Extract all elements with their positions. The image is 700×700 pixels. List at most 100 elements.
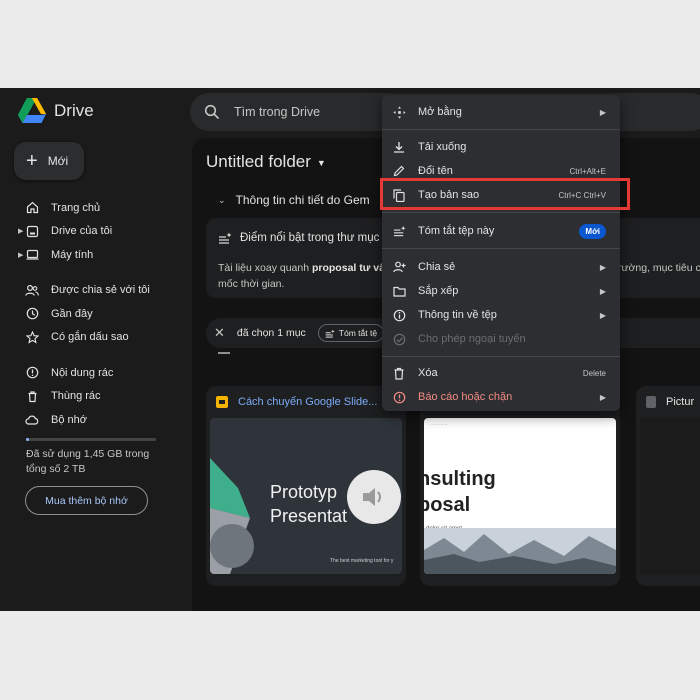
slides-icon [216,396,228,408]
sidebar-item-storage[interactable]: Bộ nhớ [0,408,170,432]
sidebar-item-label: Trang chủ [51,201,101,214]
file-name: Pictur [666,396,695,408]
slide-decoration-graphic [210,458,254,574]
menu-item-label: Cho phép ngoại tuyến [418,333,526,345]
menu-item-label: Sắp xếp [418,285,459,297]
menu-item-download[interactable]: Tải xuống [382,135,620,159]
menu-item-file-info[interactable]: Thông tin về tệp ▶ [382,303,620,327]
menu-item-summarize[interactable]: Tóm tắt tệp này Mới [382,219,620,243]
clock-icon [25,307,39,321]
menu-item-label: Chia sẻ [418,261,456,273]
divider [218,352,230,354]
dropdown-arrow-icon: ▼ [316,157,326,168]
new-button-label: Mới [47,154,69,168]
menu-item-share[interactable]: Chia sẻ ▶ [382,255,620,279]
gemini-body-bold: proposal tư vấ [311,262,385,274]
download-icon [392,140,406,154]
organize-icon [392,284,406,298]
menu-item-report[interactable]: Báo cáo hoặc chặn ▶ [382,385,620,409]
shared-icon [25,283,39,297]
menu-item-delete[interactable]: Xóa Delete [382,361,620,385]
sidebar-item-shared[interactable]: Được chia sẻ với tôi [0,279,170,303]
gemini-body-tail: rường, mục tiêu c [618,262,700,274]
context-menu: Mở bằng ▶ Tải xuống Đổi tên Ctrl+Alt+E T… [382,95,620,411]
file-card[interactable]: Cách chuyển Google Slide... Prototyp Pres… [206,386,406,586]
gemini-insights-header[interactable]: ⌄ Thông tin chi tiết do Gem [218,193,370,207]
share-icon [392,260,406,274]
computer-icon [25,248,39,262]
slide-title: Prototyp Presentat [270,482,348,526]
chevron-right-icon: ▶ [599,392,606,402]
file-thumbnail [640,418,700,574]
gemini-card-title: Điểm nổi bật trong thư mục [240,232,380,244]
sidebar-item-starred[interactable]: Có gắn dấu sao [0,326,170,350]
menu-divider [382,356,620,357]
close-icon[interactable]: ✕ [214,325,225,341]
gemini-body-start: Tài liệu xoay quanh [218,262,310,274]
folder-title: Untitled folder [206,152,311,171]
chevron-right-icon: ▶ [599,310,606,320]
storage-usage-bar [26,438,156,441]
star-icon [25,330,39,344]
sidebar-item-label: Có gắn dấu sao [51,331,129,344]
chevron-down-icon: ⌄ [218,194,226,205]
chevron-right-icon: ▶ [599,107,606,117]
expand-caret-icon[interactable]: ▶ [18,251,23,259]
speaker-icon[interactable] [347,470,401,524]
menu-item-label: Đổi tên [418,165,453,177]
menu-item-shortcut: Ctrl+Alt+E [569,166,606,176]
folder-title-button[interactable]: Untitled folder ▼ [206,152,326,172]
new-badge: Mới [579,223,606,239]
selection-count: đã chọn 1 mục [236,327,306,339]
file-card[interactable]: Pictur [636,386,700,586]
menu-item-label: Báo cáo hoặc chặn [418,391,513,403]
sidebar-item-computers[interactable]: ▶ Máy tính [0,243,170,267]
menu-item-open-with[interactable]: Mở bằng ▶ [382,100,620,124]
file-card-header: Cách chuyển Google Slide... [216,396,377,408]
search-icon [204,104,220,120]
spam-icon [25,366,39,380]
drive-window: Drive Tìm trong Drive + Mới Trang chủ ▶ … [0,88,700,611]
menu-item-label: Tóm tắt tệp này [418,225,495,237]
menu-item-offline[interactable]: Cho phép ngoại tuyến [382,327,620,351]
sidebar-item-label: Thùng rác [51,390,101,403]
file-thumbnail: Prototyp Presentat The best marketing too… [210,418,402,574]
summarize-icon [392,224,406,238]
info-icon [392,308,406,322]
sidebar-item-recent[interactable]: Gần đây [0,302,170,326]
menu-divider [382,248,620,249]
file-thumbnail: ············· nsultingposal dolor sit am… [424,418,616,574]
slide-title: nsulting posal [424,468,496,516]
cloud-icon [25,413,39,427]
trash-icon [25,389,39,403]
menu-item-organize[interactable]: Sắp xếp ▶ [382,279,620,303]
sidebar-item-my-drive[interactable]: ▶ Drive của tôi [0,220,170,244]
make-copy-highlight-box [380,178,630,210]
menu-item-label: Xóa [418,367,438,379]
menu-item-label: Thông tin về tệp [418,309,497,321]
drive-logo-icon [18,98,46,123]
file-card[interactable]: ············· nsultingposal dolor sit am… [420,386,620,586]
summarize-chip[interactable]: Tóm tắt tệ [317,324,385,342]
search-input[interactable]: Tìm trong Drive [234,105,320,119]
storage-usage-fill [26,438,29,441]
slide-header-text: ············· [430,422,448,427]
new-button[interactable]: + Mới [14,142,84,180]
sidebar-item-home[interactable]: Trang chủ [0,196,170,220]
sidebar-item-trash[interactable]: Thùng rác [0,385,170,409]
gemini-body-line2: mốc thời gian. [218,278,285,290]
expand-caret-icon[interactable]: ▶ [18,227,23,235]
buy-storage-button[interactable]: Mua thêm bộ nhớ [25,486,148,515]
sparkle-list-icon [325,329,335,338]
drive-logo[interactable]: Drive [18,98,94,123]
sidebar-item-label: Drive của tôi [51,225,113,238]
rename-icon [392,164,406,178]
chevron-right-icon: ▶ [599,286,606,296]
plus-icon: + [26,150,38,172]
offline-icon [392,332,406,346]
image-file-icon [646,396,656,408]
sidebar-item-label: Nội dung rác [51,366,114,379]
page: Drive Tìm trong Drive + Mới Trang chủ ▶ … [0,0,700,700]
report-icon [392,390,406,404]
sidebar-item-spam[interactable]: Nội dung rác [0,361,170,385]
